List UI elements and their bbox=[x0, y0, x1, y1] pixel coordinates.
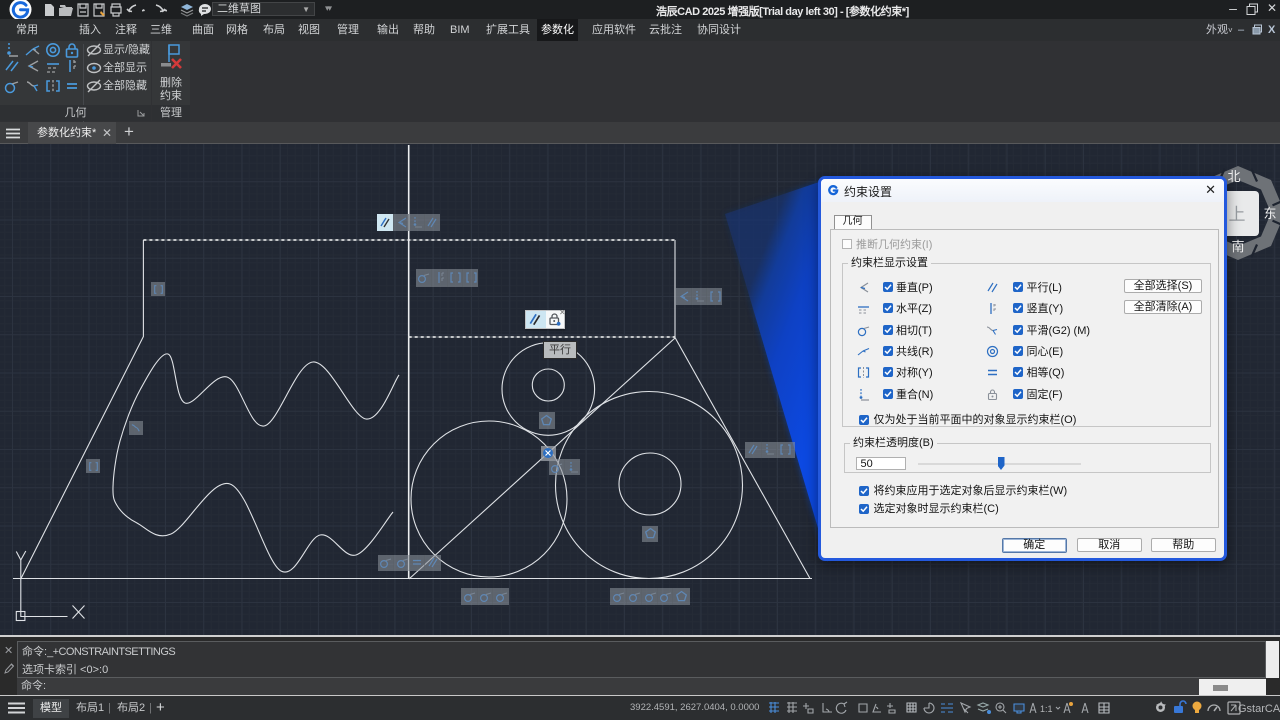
svg-text:东: 东 bbox=[1263, 206, 1276, 221]
svg-text:上: 上 bbox=[1229, 205, 1246, 224]
svg-text:南: 南 bbox=[1231, 239, 1244, 254]
svg-text:北: 北 bbox=[1227, 169, 1240, 184]
svg-text:GstarCAD: GstarCAD bbox=[1238, 703, 1280, 715]
svg-text:1:1: 1:1 bbox=[1040, 704, 1053, 714]
